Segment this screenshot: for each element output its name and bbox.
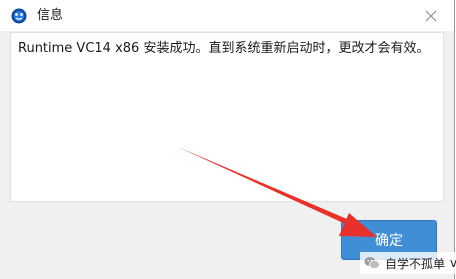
message-text: Runtime VC14 x86 安装成功。直到系统重新启动时，更改才会有效。 — [18, 41, 430, 56]
watermark-text: 自学不孤单 — [385, 256, 446, 271]
app-icon — [11, 8, 27, 24]
title-bar: 信息 — [0, 0, 454, 31]
watermark: 自学不孤单 vc — [360, 252, 456, 274]
screenshot: 信息 Runtime VC14 x86 安装成功。直到系统重新启动时，更改才会有… — [0, 0, 456, 279]
message-area: Runtime VC14 x86 安装成功。直到系统重新启动时，更改才会有效。 — [10, 32, 444, 202]
dialog-title: 信息 — [37, 8, 64, 23]
close-button[interactable] — [416, 5, 446, 27]
wechat-icon — [364, 257, 380, 269]
watermark-suffix: vc — [450, 256, 456, 270]
message-dialog: 信息 Runtime VC14 x86 安装成功。直到系统重新启动时，更改才会有… — [0, 0, 455, 279]
ok-button-label: 确定 — [375, 233, 403, 249]
close-icon — [425, 10, 437, 22]
